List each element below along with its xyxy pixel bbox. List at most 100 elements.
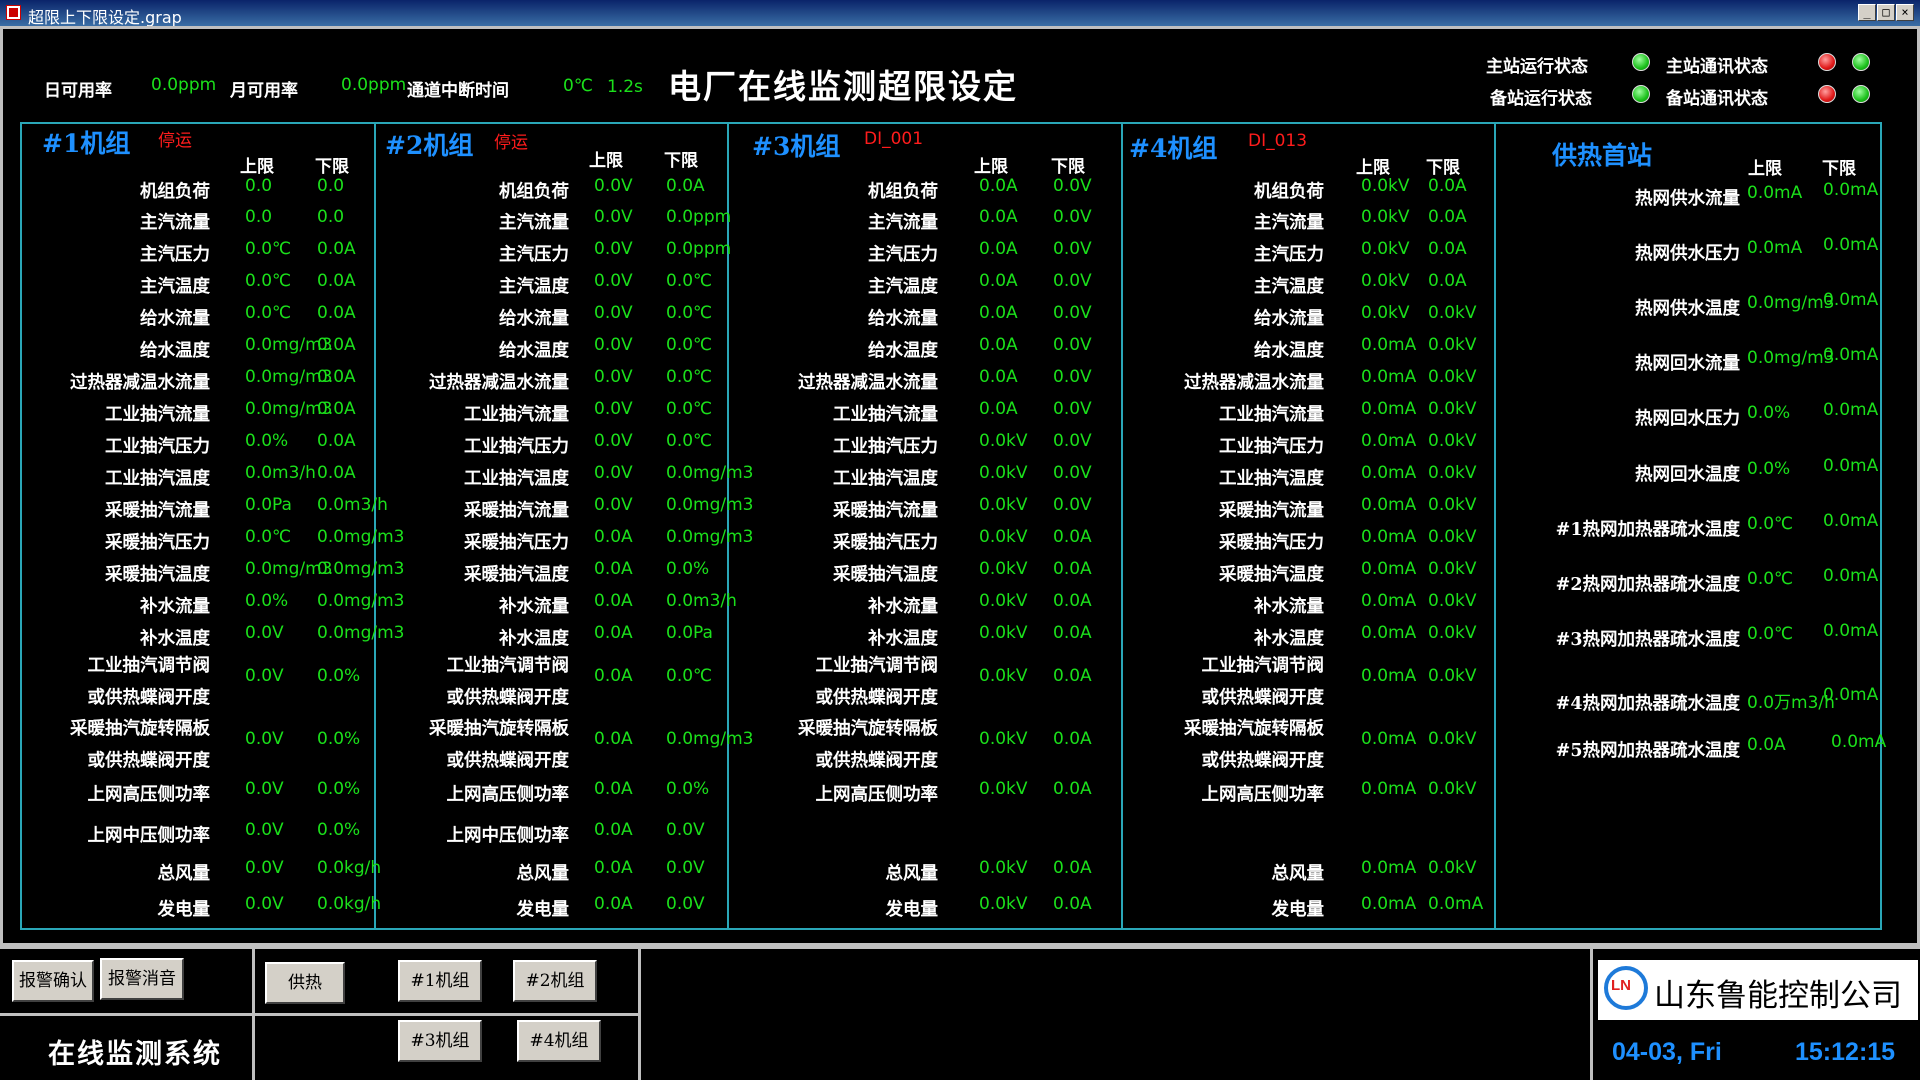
unit2-row-label-2: 或供热蝶阀开度 [446, 688, 570, 708]
unit3-upper-value: 0.0A [979, 303, 1018, 323]
unit4-upper-value: 0.0mA [1361, 335, 1417, 355]
unit4-upper-value: 0.0mA [1361, 559, 1417, 579]
heat-station-row-label: 热网供水流量 [1635, 189, 1740, 209]
unit3-row-label: 采暖抽汽温度 [833, 565, 938, 585]
unit2-lower-value: 0.0℃ [666, 431, 713, 451]
unit4-row-label: 采暖抽汽旋转隔板 [1184, 719, 1324, 739]
unit2-upper-value: 0.0A [594, 591, 633, 611]
unit1-upper-value: 0.0℃ [245, 303, 292, 323]
unit3-row-label: 工业抽汽流量 [833, 405, 938, 425]
unit3-row-label: 采暖抽汽流量 [833, 501, 938, 521]
unit1-lower-value: 0.0% [317, 666, 361, 686]
unit3-row-label: 机组负荷 [868, 182, 938, 202]
unit3-upper-value: 0.0A [979, 176, 1018, 196]
unit2-button[interactable]: #2机组 [513, 960, 597, 1002]
unit1-row-label: 主汽温度 [140, 277, 210, 297]
unit1-upper-head: 上限 [240, 157, 274, 177]
unit4-lower-value: 0.0A [1428, 176, 1467, 196]
unit2-row-label: 工业抽汽流量 [464, 405, 569, 425]
unit4-lower-value: 0.0kV [1428, 495, 1477, 515]
unit1-row-label: 采暖抽汽流量 [105, 501, 210, 521]
unit2-lower-value: 0.0m3/h [666, 591, 737, 611]
backup-station-run-label: 备站运行状态 [1490, 89, 1592, 109]
close-button[interactable]: × [1896, 4, 1914, 21]
unit2-row-label: 总风量 [516, 864, 570, 884]
unit4-upper-value: 0.0mA [1361, 623, 1417, 643]
unit2-title: #2机组 [385, 131, 474, 160]
heat-station-title: 供热首站 [1552, 141, 1653, 170]
company-logo-text: LN [1611, 977, 1631, 994]
unit4-row-label: 补水流量 [1254, 597, 1324, 617]
unit2-lower-value: 0.0ppm [666, 239, 732, 259]
unit4-row-label: 工业抽汽调节阀 [1201, 656, 1325, 676]
unit2-lower-value: 0.0V [666, 894, 705, 914]
unit4-lower-value: 0.0kV [1428, 431, 1477, 451]
time-display: 15:12:15 [1795, 1038, 1896, 1066]
maximize-button[interactable]: □ [1877, 4, 1895, 21]
unit1-row-label: 给水温度 [140, 341, 210, 361]
alarm-ack-button[interactable]: 报警确认 [12, 960, 94, 1002]
unit3-row-label: 过热器减温水流量 [798, 373, 938, 393]
unit2-lower-head: 下限 [664, 151, 698, 171]
unit1-lower-value: 0.0A [317, 271, 356, 291]
unit4-lower-value: 0.0kV [1428, 623, 1477, 643]
unit1-lower-value: 0.0A [317, 367, 356, 387]
unit2-upper-value: 0.0A [594, 623, 633, 643]
unit1-row-label: 上网高压侧功率 [87, 785, 211, 805]
unit3-upper-value: 0.0A [979, 367, 1018, 387]
heat-station-row-label: 热网回水压力 [1635, 409, 1740, 429]
heat-station-row-label: 热网供水温度 [1635, 299, 1740, 319]
unit4-lower-value: 0.0kV [1428, 303, 1477, 323]
unit3-row-label: 采暖抽汽旋转隔板 [798, 719, 938, 739]
unit4-button[interactable]: #4机组 [517, 1020, 601, 1062]
unit1-row-label: 过热器减温水流量 [70, 373, 210, 393]
heat-station-upper-head: 上限 [1748, 159, 1782, 179]
footer-divider-3 [1590, 946, 1593, 1080]
unit4-row-label: 工业抽汽流量 [1219, 405, 1324, 425]
unit2-upper-value: 0.0V [594, 176, 633, 196]
unit3-button[interactable]: #3机组 [398, 1020, 482, 1062]
unit2-lower-value: 0.0% [666, 559, 710, 579]
unit2-row-label: 补水流量 [499, 597, 569, 617]
unit4-upper-value: 0.0kV [1361, 239, 1410, 259]
minimize-button[interactable]: _ [1858, 4, 1876, 21]
unit3-upper-value: 0.0A [979, 239, 1018, 259]
alarm-silence-button[interactable]: 报警消音 [100, 958, 184, 1000]
unit3-upper-value: 0.0kV [979, 559, 1028, 579]
unit4-title: #4机组 [1129, 134, 1218, 163]
unit2-upper-value: 0.0A [594, 894, 633, 914]
unit1-lower-value: 0.0A [317, 431, 356, 451]
unit4-upper-value: 0.0mA [1361, 527, 1417, 547]
unit4-row-label: 工业抽汽温度 [1219, 469, 1324, 489]
unit2-row-label: 过热器减温水流量 [429, 373, 569, 393]
heat-station-upper-value: 0.0mg/m3 [1747, 293, 1835, 313]
unit4-upper-value: 0.0mA [1361, 858, 1417, 878]
unit1-lower-value: 0.0A [317, 399, 356, 419]
unit4-row-label: 总风量 [1271, 864, 1325, 884]
unit2-row-label: 采暖抽汽流量 [464, 501, 569, 521]
date-display: 04-03, Fri [1612, 1038, 1722, 1066]
unit2-row-label: 给水流量 [499, 309, 569, 329]
unit1-row-label: 工业抽汽流量 [105, 405, 210, 425]
channel-interrupt-label: 通道中断时间 [407, 81, 509, 101]
unit4-row-label: 机组负荷 [1254, 182, 1324, 202]
unit3-row-label: 主汽压力 [868, 245, 938, 265]
unit4-lower-value: 0.0kV [1428, 591, 1477, 611]
unit2-row-label: 发电量 [516, 900, 570, 920]
unit2-lower-value: 0.0A [666, 176, 705, 196]
unit2-upper-value: 0.0A [594, 666, 633, 686]
heat-station-row-label: 热网供水压力 [1635, 244, 1740, 264]
unit3-lower-value: 0.0V [1053, 335, 1092, 355]
unit2-upper-value: 0.0V [594, 335, 633, 355]
unit3-lower-value: 0.0V [1053, 271, 1092, 291]
unit1-button[interactable]: #1机组 [398, 960, 482, 1002]
unit3-lower-value: 0.0A [1053, 666, 1092, 686]
unit3-row-label: 给水温度 [868, 341, 938, 361]
heat-station-button[interactable]: 供热 [265, 962, 345, 1004]
unit4-upper-value: 0.0kV [1361, 207, 1410, 227]
unit4-row-label: 主汽流量 [1254, 213, 1324, 233]
unit1-lower-head: 下限 [315, 157, 349, 177]
unit4-row-label: 主汽压力 [1254, 245, 1324, 265]
unit4-lower-value: 0.0kV [1428, 367, 1477, 387]
unit1-row-label: 工业抽汽压力 [105, 437, 210, 457]
